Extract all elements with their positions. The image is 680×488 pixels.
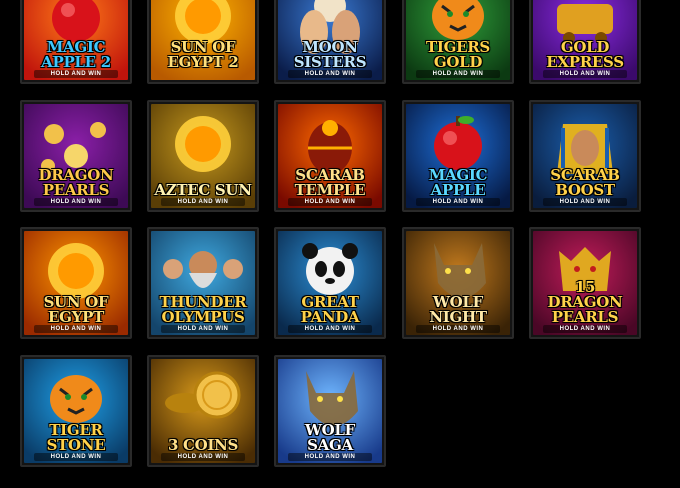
game-title: MAGIC APPLE (428, 166, 488, 199)
game-subtitle: HOLD AND WIN (34, 198, 118, 206)
game-thumbnail: DRAGON PEARLS HOLD AND WIN (24, 104, 128, 208)
game-tile[interactable]: MAGIC APPLE 2 HOLD AND WIN (20, 0, 132, 84)
game-title: SUN OF EGYPT (43, 293, 109, 326)
game-thumbnail: SCARAB TEMPLE HOLD AND WIN (278, 104, 382, 208)
game-thumbnail: TIGER STONE HOLD AND WIN (24, 359, 128, 463)
game-thumbnail: SUN OF EGYPT HOLD AND WIN (24, 231, 128, 335)
game-title: SCARAB TEMPLE (294, 166, 366, 199)
game-title: MOON SISTERS (293, 38, 367, 71)
game-subtitle: HOLD AND WIN (288, 325, 372, 333)
game-thumbnail: GOLD EXPRESS HOLD AND WIN (533, 0, 637, 80)
sun-disc-icon (175, 116, 231, 172)
game-tile[interactable]: WOLF NIGHT HOLD AND WIN (402, 227, 514, 339)
game-title: TIGER STONE (46, 421, 106, 454)
game-tile[interactable]: GOLD EXPRESS HOLD AND WIN (529, 0, 641, 84)
game-tile[interactable]: THUNDER OLYMPUS HOLD AND WIN (147, 227, 259, 339)
game-title: SUN OF EGYPT 2 (167, 38, 239, 71)
sun-icon (48, 243, 104, 299)
game-title: 15 DRAGON PEARLS (547, 278, 623, 326)
game-thumbnail: WOLF SAGA HOLD AND WIN (278, 359, 382, 463)
game-subtitle: HOLD AND WIN (34, 325, 118, 333)
game-subtitle: HOLD AND WIN (161, 325, 245, 333)
game-tile[interactable]: GREAT PANDA HOLD AND WIN (274, 227, 386, 339)
game-thumbnail: MOON SISTERS HOLD AND WIN (278, 0, 382, 80)
game-tile[interactable]: SUN OF EGYPT HOLD AND WIN (20, 227, 132, 339)
game-tile[interactable]: MAGIC APPLE HOLD AND WIN (402, 100, 514, 212)
game-thumbnail: THUNDER OLYMPUS HOLD AND WIN (151, 231, 255, 335)
game-title: AZTEC SUN (154, 181, 252, 199)
game-subtitle: HOLD AND WIN (288, 198, 372, 206)
game-subtitle: HOLD AND WIN (288, 70, 372, 78)
game-subtitle: HOLD AND WIN (416, 325, 500, 333)
game-subtitle: HOLD AND WIN (416, 70, 500, 78)
game-tile[interactable]: TIGERS GOLD HOLD AND WIN (402, 0, 514, 84)
game-thumbnail: WOLF NIGHT HOLD AND WIN (406, 231, 510, 335)
game-subtitle: HOLD AND WIN (161, 453, 245, 461)
game-tile[interactable]: TIGER STONE HOLD AND WIN (20, 355, 132, 467)
game-title: GREAT PANDA (300, 293, 360, 326)
game-title: SCARAB BOOST (550, 166, 620, 199)
games-grid: MAGIC APPLE 2 HOLD AND WIN SUN OF EGYPT 2M… (0, 0, 680, 488)
game-subtitle: HOLD AND WIN (543, 325, 627, 333)
game-tile[interactable]: SUN OF EGYPT 2 (147, 0, 259, 84)
game-tile[interactable]: AZTEC SUN HOLD AND WIN (147, 100, 259, 212)
game-tile[interactable]: SCARAB TEMPLE HOLD AND WIN (274, 100, 386, 212)
game-tile[interactable]: WOLF SAGA HOLD AND WIN (274, 355, 386, 467)
game-subtitle: HOLD AND WIN (416, 198, 500, 206)
game-title: WOLF SAGA (305, 421, 355, 454)
tiger-icon (50, 375, 102, 423)
game-subtitle: HOLD AND WIN (161, 198, 245, 206)
game-title: THUNDER OLYMPUS (159, 293, 247, 326)
game-subtitle: HOLD AND WIN (543, 198, 627, 206)
game-title: TIGERS GOLD (426, 38, 490, 71)
game-title: DRAGON PEARLS (38, 166, 114, 199)
game-thumbnail: 3 COINS HOLD AND WIN (151, 359, 255, 463)
game-title: 3 COINS (167, 436, 239, 454)
game-thumbnail: GREAT PANDA HOLD AND WIN (278, 231, 382, 335)
game-title: GOLD EXPRESS (546, 38, 624, 71)
game-tile[interactable]: SCARAB BOOST HOLD AND WIN (529, 100, 641, 212)
game-title: WOLF NIGHT (429, 293, 487, 326)
game-thumbnail: MAGIC APPLE HOLD AND WIN (406, 104, 510, 208)
game-thumbnail: AZTEC SUN HOLD AND WIN (151, 104, 255, 208)
game-thumbnail: SUN OF EGYPT 2 (151, 0, 255, 80)
game-subtitle: HOLD AND WIN (34, 70, 118, 78)
game-thumbnail: SCARAB BOOST HOLD AND WIN (533, 104, 637, 208)
game-thumbnail: MAGIC APPLE 2 HOLD AND WIN (24, 0, 128, 80)
game-tile[interactable]: DRAGON PEARLS HOLD AND WIN (20, 100, 132, 212)
game-tile[interactable]: MOON SISTERS HOLD AND WIN (274, 0, 386, 84)
game-thumbnail: TIGERS GOLD HOLD AND WIN (406, 0, 510, 80)
game-subtitle: HOLD AND WIN (543, 70, 627, 78)
game-subtitle: HOLD AND WIN (34, 453, 118, 461)
game-title: MAGIC APPLE 2 (41, 38, 111, 71)
game-thumbnail: 15 DRAGON PEARLS HOLD AND WIN (533, 231, 637, 335)
game-tile[interactable]: 15 DRAGON PEARLS HOLD AND WIN (529, 227, 641, 339)
game-subtitle: HOLD AND WIN (288, 453, 372, 461)
game-tile[interactable]: 3 COINS HOLD AND WIN (147, 355, 259, 467)
